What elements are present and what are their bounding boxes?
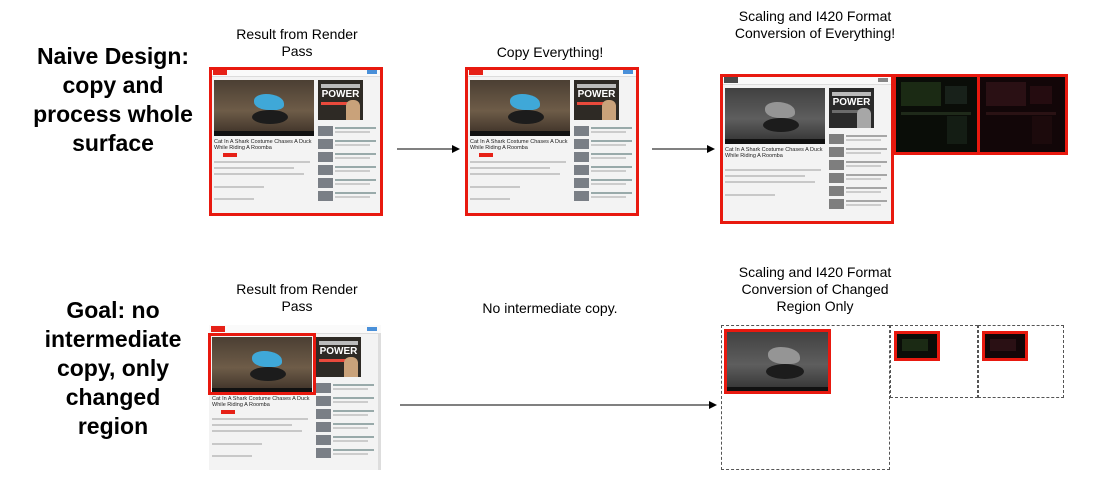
arrows-layer	[397, 145, 717, 409]
